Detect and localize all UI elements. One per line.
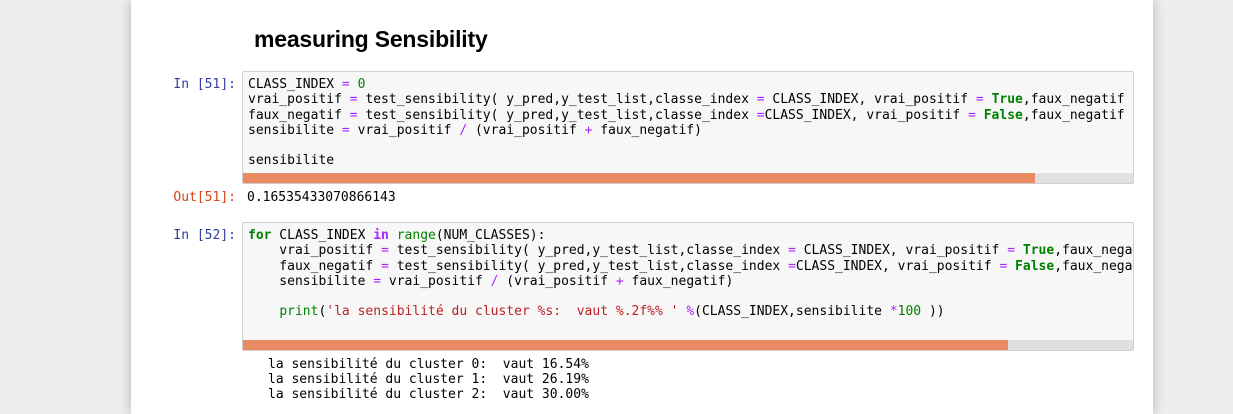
scrollbar-thumb-51[interactable] [243, 173, 1036, 183]
output-prompt-51: Out[51]: [173, 190, 236, 205]
code-line: sensibilite = vrai_positif / (vrai_posit… [248, 273, 734, 289]
scrollbar-thumb-52[interactable] [243, 340, 1009, 350]
code-editor-52[interactable]: for CLASS_INDEX in range(NUM_CLASSES): v… [248, 228, 1133, 320]
code-line: faux_negatif = test_sensibility( y_pred,… [248, 258, 1133, 274]
code-line: vrai_positif = test_sensibility( y_pred,… [248, 243, 1133, 259]
code-line: print('la sensibilité du cluster %s: vau… [279, 304, 945, 320]
output-line: la sensibilité du cluster 0: vaut 16.54% [268, 357, 589, 372]
output-line: la sensibilité du cluster 1: vaut 26.19% [268, 372, 589, 387]
code-line: for CLASS_INDEX in range(NUM_CLASSES): [248, 228, 546, 243]
horizontal-scrollbar-52[interactable] [243, 340, 1133, 350]
output-value-51: 0.16535433070866143 [247, 190, 396, 205]
code-line: vrai_positif = test_sensibility( y_pred,… [248, 92, 1133, 108]
code-line: faux_negatif = test_sensibility( y_pred,… [248, 107, 1133, 123]
input-prompt-51: In [51]: [173, 77, 236, 92]
code-cell-52[interactable]: for CLASS_INDEX in range(NUM_CLASSES): v… [242, 222, 1134, 351]
code-line: CLASS_INDEX = 0 [248, 77, 366, 92]
code-editor-51[interactable]: CLASS_INDEX = 0 vrai_positif = test_sens… [248, 77, 1133, 169]
code-cell-51[interactable]: CLASS_INDEX = 0 vrai_positif = test_sens… [242, 71, 1134, 184]
output-line: la sensibilité du cluster 2: vaut 30.00% [268, 387, 589, 402]
code-line: sensibilite [248, 153, 335, 169]
input-prompt-52: In [52]: [173, 228, 236, 243]
notebook-page: measuring Sensibility In [51]: CLASS_IND… [131, 0, 1153, 414]
stream-output-52: la sensibilité du cluster 0: vaut 16.54%… [268, 357, 589, 402]
markdown-heading: measuring Sensibility [254, 26, 488, 52]
code-line: sensibilite = vrai_positif / (vrai_posit… [248, 122, 702, 138]
horizontal-scrollbar-51[interactable] [243, 173, 1133, 183]
